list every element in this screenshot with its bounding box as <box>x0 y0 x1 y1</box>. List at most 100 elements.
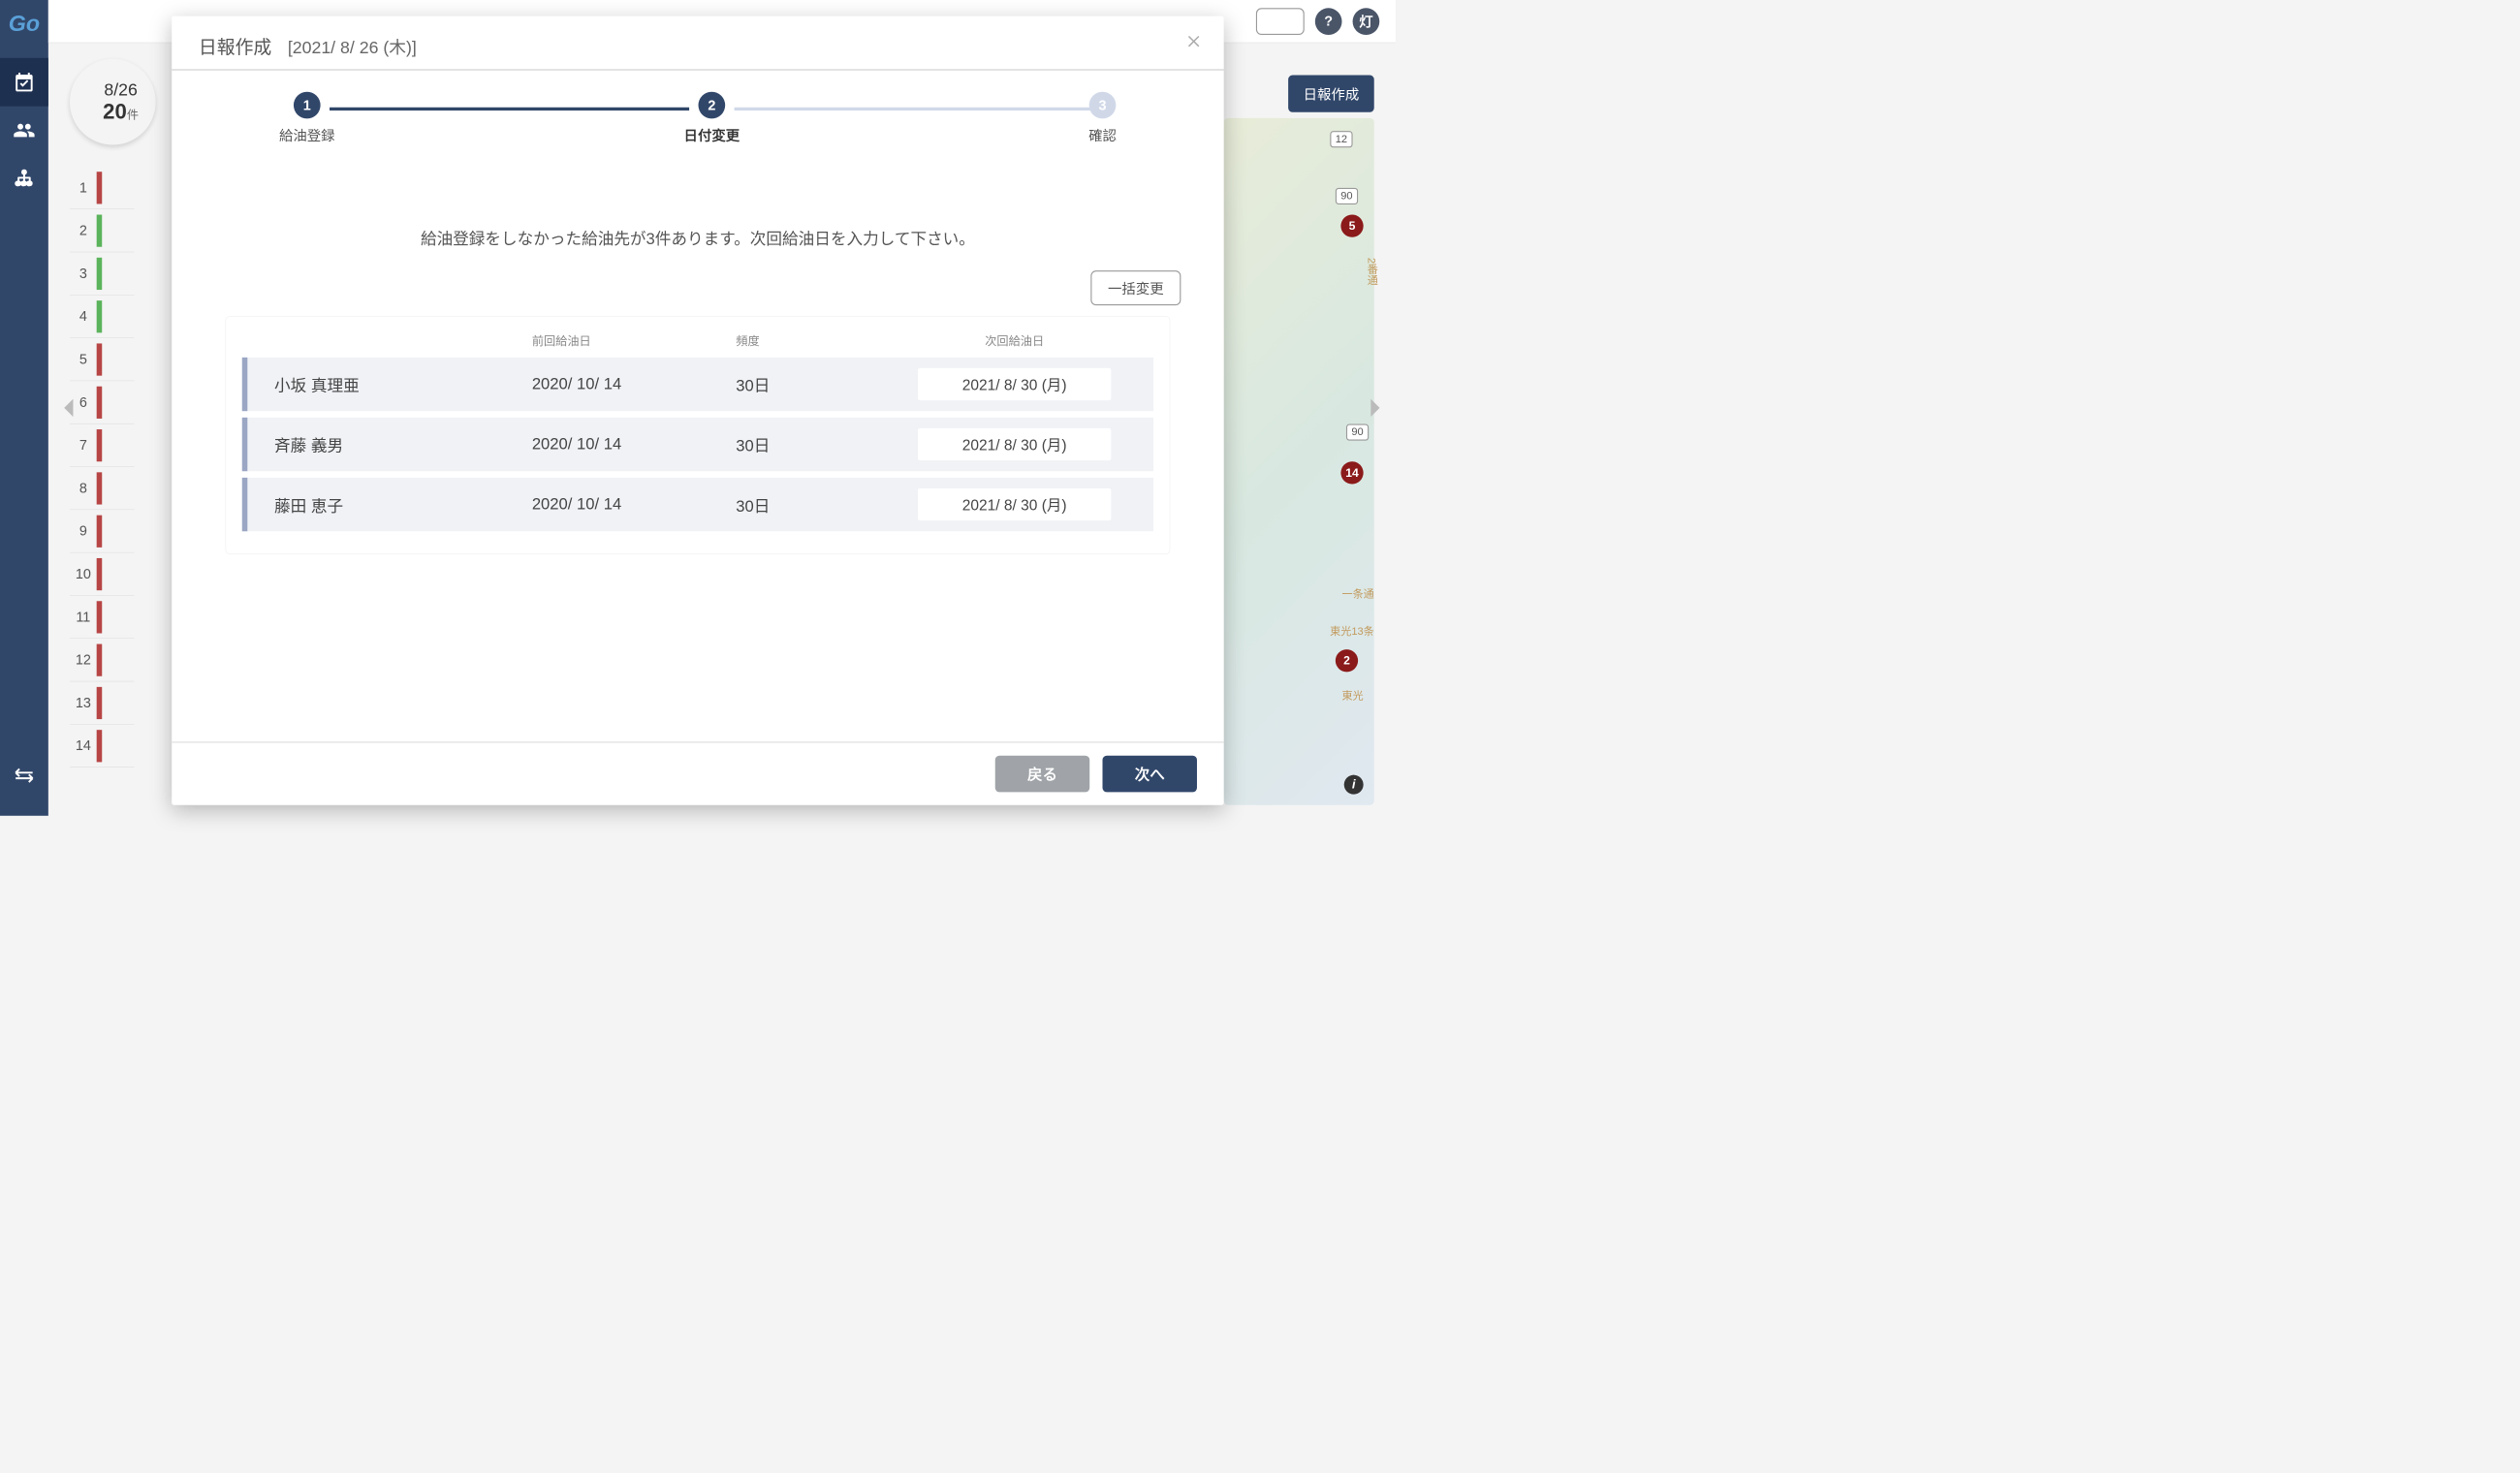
bg-list-row[interactable]: 12 <box>70 639 134 681</box>
bg-list-number: 8 <box>70 480 97 496</box>
cell-last-date: 2020/ 10/ 14 <box>532 375 736 393</box>
col-name <box>274 331 532 349</box>
table-row: 藤田 恵子2020/ 10/ 1430日 2021/ 8/ 30 (月) <box>242 478 1153 531</box>
table-header: 前回給油日 頻度 次回給油日 <box>242 328 1153 358</box>
sidebar-item-users[interactable] <box>0 107 48 155</box>
bg-list-row[interactable]: 8 <box>70 467 134 510</box>
user-avatar[interactable]: 灯 <box>1353 8 1380 35</box>
map-street-label: 一条通 <box>1342 585 1374 601</box>
cell-name: 小坂 真理亜 <box>274 372 532 395</box>
org-chart-icon <box>13 168 35 190</box>
table-container: 前回給油日 頻度 次回給油日 小坂 真理亜2020/ 10/ 1430日2021… <box>226 316 1171 554</box>
sidebar: Go <box>0 0 48 816</box>
back-button[interactable]: 戻る <box>995 756 1089 793</box>
map-marker[interactable]: 2 <box>1336 649 1358 672</box>
bg-list-number: 10 <box>70 566 97 582</box>
bg-list-row[interactable]: 1 <box>70 167 134 209</box>
step-connector <box>735 107 1094 110</box>
date-summary-circle: 8/26 20件 <box>70 59 156 145</box>
next-date-input[interactable]: 2021/ 8/ 30 (月) <box>918 488 1111 520</box>
map-route-label: 12 <box>1330 131 1352 147</box>
bg-list-number: 2 <box>70 222 97 238</box>
bg-list-number: 13 <box>70 695 97 711</box>
bg-list-number: 5 <box>70 351 97 367</box>
map-street-label: 2番通 <box>1364 258 1379 285</box>
bg-list-number: 3 <box>70 266 97 282</box>
bulk-change-button[interactable]: 一括変更 <box>1090 270 1181 305</box>
cell-last-date: 2020/ 10/ 14 <box>532 495 736 514</box>
prev-arrow[interactable] <box>53 376 85 440</box>
map-panel[interactable]: 12 90 90 5 14 2 2番通 一条通 東光13条 東光 i <box>1224 118 1374 805</box>
bg-list-row[interactable]: 2 <box>70 209 134 252</box>
bg-list-status-bar <box>97 643 103 675</box>
step-1: 1 給油登録 <box>279 92 335 145</box>
next-button[interactable]: 次へ <box>1102 756 1196 793</box>
bg-list-row[interactable]: 3 <box>70 252 134 295</box>
modal-overlay: 日報作成 [2021/ 8/ 26 (木)] 1 給油登録 2 日付変更 3 確… <box>0 0 1396 816</box>
modal-close-button[interactable] <box>1185 32 1203 53</box>
bg-list-status-bar <box>97 214 103 246</box>
topbar-dropdown[interactable] <box>1256 8 1305 35</box>
map-route-label: 90 <box>1336 188 1358 204</box>
map-info-icon[interactable]: i <box>1344 775 1364 795</box>
bg-list-status-bar <box>97 343 103 375</box>
bg-list-status-bar <box>97 730 103 762</box>
cell-name: 斉藤 義男 <box>274 432 532 455</box>
step-label: 給油登録 <box>279 125 335 144</box>
step-connector <box>330 107 689 110</box>
modal-title: 日報作成 <box>199 32 271 58</box>
cell-next-date-wrap: 2021/ 8/ 30 (月) <box>886 488 1143 520</box>
bg-list-status-bar <box>97 472 103 504</box>
bg-list-status-bar <box>97 172 103 204</box>
users-icon <box>13 119 35 141</box>
bg-list-row[interactable]: 14 <box>70 725 134 768</box>
chevron-left-icon <box>56 387 83 429</box>
map-street-label: 東光 <box>1342 687 1364 703</box>
app-logo: Go <box>9 11 40 37</box>
cell-last-date: 2020/ 10/ 14 <box>532 435 736 454</box>
create-report-button[interactable]: 日報作成 <box>1288 76 1374 112</box>
next-arrow[interactable] <box>1358 376 1390 440</box>
bg-list-status-bar <box>97 300 103 332</box>
help-button[interactable]: ? <box>1315 8 1342 35</box>
col-next-date: 次回給油日 <box>886 331 1143 349</box>
bg-list-number: 11 <box>70 609 97 625</box>
next-date-input[interactable]: 2021/ 8/ 30 (月) <box>918 428 1111 460</box>
bg-list-number: 4 <box>70 308 97 325</box>
modal-header: 日報作成 [2021/ 8/ 26 (木)] <box>172 16 1223 71</box>
chevron-right-icon <box>1361 387 1388 429</box>
next-date-input[interactable]: 2021/ 8/ 30 (月) <box>918 368 1111 400</box>
bg-list-row[interactable]: 9 <box>70 510 134 552</box>
step-3: 3 確認 <box>1088 92 1117 145</box>
map-marker[interactable]: 14 <box>1340 461 1363 484</box>
bg-list-status-bar <box>97 429 103 461</box>
step-label: 日付変更 <box>684 125 740 144</box>
sidebar-item-swap[interactable] <box>0 751 48 799</box>
bg-list: 1234567891011121314 <box>70 167 134 768</box>
bg-list-row[interactable]: 11 <box>70 596 134 639</box>
bg-list-row[interactable]: 5 <box>70 338 134 381</box>
bg-list-number: 1 <box>70 179 97 196</box>
bg-list-row[interactable]: 10 <box>70 552 134 595</box>
sidebar-item-calendar[interactable] <box>0 58 48 107</box>
modal-footer: 戻る 次へ <box>172 741 1223 804</box>
sidebar-item-org[interactable] <box>0 154 48 203</box>
bg-list-number: 12 <box>70 651 97 668</box>
modal-date: [2021/ 8/ 26 (木)] <box>288 34 417 58</box>
bg-list-status-bar <box>97 386 103 418</box>
map-marker[interactable]: 5 <box>1340 215 1363 237</box>
swap-icon <box>13 765 35 787</box>
report-modal: 日報作成 [2021/ 8/ 26 (木)] 1 給油登録 2 日付変更 3 確… <box>172 16 1223 805</box>
col-frequency: 頻度 <box>736 331 886 349</box>
bg-list-status-bar <box>97 258 103 290</box>
cell-next-date-wrap: 2021/ 8/ 30 (月) <box>886 428 1143 460</box>
step-2: 2 日付変更 <box>684 92 740 145</box>
bg-date: 8/26 <box>104 80 137 100</box>
cell-frequency: 30日 <box>736 492 886 516</box>
bg-list-row[interactable]: 4 <box>70 296 134 338</box>
cell-name: 藤田 恵子 <box>274 492 532 516</box>
close-icon <box>1185 33 1203 50</box>
table-row: 斉藤 義男2020/ 10/ 1430日2021/ 8/ 30 (月) <box>242 418 1153 471</box>
bg-list-row[interactable]: 13 <box>70 681 134 724</box>
stepper: 1 給油登録 2 日付変更 3 確認 <box>172 71 1223 156</box>
